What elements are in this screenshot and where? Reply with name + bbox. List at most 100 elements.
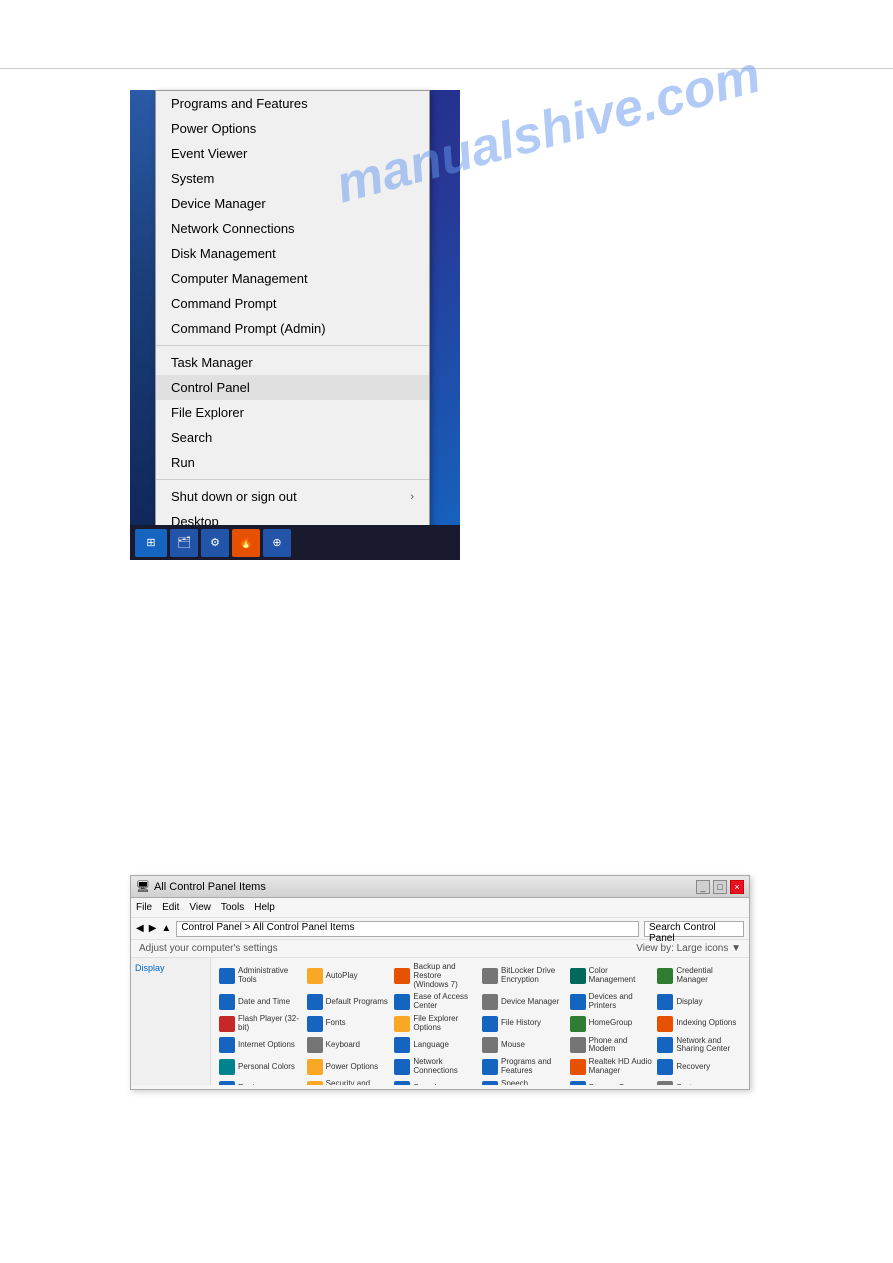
screenshot-area: 🖥 G 📁 C i- sol 🖥 完 Programs and Features… [130, 90, 460, 560]
menu-item-computer-management[interactable]: Computer Management [156, 266, 429, 291]
close-button[interactable]: × [730, 880, 744, 894]
cp-icon-device-manager[interactable]: Device Manager [482, 993, 566, 1011]
menu-edit[interactable]: Edit [162, 902, 179, 913]
cp-icon-speech[interactable]: Speech Recognition [482, 1080, 566, 1085]
taskbar-icon-3[interactable]: 🔥 [232, 529, 260, 557]
menu-item-network-connections[interactable]: Network Connections [156, 216, 429, 241]
menu-item-shutdown-label: Shut down or sign out [171, 489, 297, 504]
cp-icon-system-cp[interactable]: System [657, 1080, 741, 1085]
cp-icon-region[interactable]: Region [219, 1080, 303, 1085]
cp-icon-bitlocker[interactable]: BitLocker Drive Encryption [482, 963, 566, 989]
forward-button[interactable]: ▶ [149, 923, 157, 934]
search-input[interactable]: Search Control Panel [644, 921, 744, 937]
up-button[interactable]: ▲ [161, 923, 171, 934]
storage-icon [570, 1081, 586, 1085]
devices-printers-icon [570, 994, 586, 1010]
menu-view[interactable]: View [189, 902, 211, 913]
menu-item-shutdown[interactable]: Shut down or sign out › [156, 484, 429, 509]
menu-item-disk-management[interactable]: Disk Management [156, 241, 429, 266]
menu-item-system[interactable]: System [156, 166, 429, 191]
back-button[interactable]: ◀ [136, 923, 144, 934]
internet-label: Internet Options [238, 1041, 295, 1050]
cp-icon-mouse[interactable]: Mouse [482, 1037, 566, 1055]
cp-icon-backup[interactable]: Backup and Restore (Windows 7) [394, 963, 478, 989]
ease-access-label: Ease of Access Center [413, 993, 478, 1011]
menu-item-file-explorer[interactable]: File Explorer [156, 400, 429, 425]
personal-label: Personal Colors [238, 1063, 295, 1072]
system-cp-label: System [676, 1084, 703, 1085]
cp-icon-internet[interactable]: Internet Options [219, 1037, 303, 1055]
cp-menubar: File Edit View Tools Help [131, 898, 749, 918]
cp-icon-autoplay[interactable]: AutoPlay [307, 963, 391, 989]
cp-icon-realtek[interactable]: Realtek HD Audio Manager [570, 1058, 654, 1076]
menu-tools[interactable]: Tools [221, 902, 244, 913]
sound-label: Sound [413, 1084, 436, 1085]
cp-icon-keyboard[interactable]: Keyboard [307, 1037, 391, 1055]
display-cp-label: Display [676, 998, 702, 1007]
menu-item-event-viewer[interactable]: Event Viewer [156, 141, 429, 166]
cp-sidebar-display-link[interactable]: Display [135, 963, 206, 973]
recovery-label: Recovery [676, 1063, 710, 1072]
modem-icon [570, 1037, 586, 1053]
cp-window-icon: 🖥 [136, 880, 150, 893]
sound-icon [394, 1081, 410, 1085]
menu-item-command-prompt[interactable]: Command Prompt [156, 291, 429, 316]
cp-icon-date-time[interactable]: Date and Time [219, 993, 303, 1011]
taskbar-icon-1[interactable]: 🗂 [170, 529, 198, 557]
cp-icon-display-cp[interactable]: Display [657, 993, 741, 1011]
cp-icon-security[interactable]: Security and Maintenance [307, 1080, 391, 1085]
menu-item-power-options[interactable]: Power Options [156, 116, 429, 141]
cp-icon-connections[interactable]: Network Connections [394, 1058, 478, 1076]
start-button[interactable]: ⊞ [135, 529, 167, 557]
cp-icon-fonts[interactable]: Fonts [307, 1015, 391, 1033]
cp-icon-file-history[interactable]: File History [482, 1015, 566, 1033]
cp-icon-flash[interactable]: Flash Player (32-bit) [219, 1015, 303, 1033]
minimize-button[interactable]: _ [696, 880, 710, 894]
cp-icon-admin-tools[interactable]: Administrative Tools [219, 963, 303, 989]
maximize-button[interactable]: □ [713, 880, 727, 894]
cp-icon-language[interactable]: Language [394, 1037, 478, 1055]
menu-item-device-manager[interactable]: Device Manager [156, 191, 429, 216]
menu-help[interactable]: Help [254, 902, 275, 913]
color-mgmt-icon [570, 968, 586, 984]
indexing-icon [657, 1016, 673, 1032]
address-input[interactable]: Control Panel > All Control Panel Items [176, 921, 639, 937]
file-explorer-icon [394, 1016, 410, 1032]
cp-icon-modem[interactable]: Phone and Modem [570, 1037, 654, 1055]
menu-item-search[interactable]: Search [156, 425, 429, 450]
file-history-label: File History [501, 1019, 541, 1028]
menu-item-task-manager[interactable]: Task Manager [156, 350, 429, 375]
cp-icon-personal[interactable]: Personal Colors [219, 1058, 303, 1076]
menu-item-programs-features[interactable]: Programs and Features [156, 91, 429, 116]
backup-label: Backup and Restore (Windows 7) [413, 963, 478, 989]
menu-item-run[interactable]: Run [156, 450, 429, 475]
cp-icon-devices-printers[interactable]: Devices and Printers [570, 993, 654, 1011]
cp-icon-credential[interactable]: Credential Manager [657, 963, 741, 989]
taskbar-icon-4[interactable]: ⊕ [263, 529, 291, 557]
cp-icon-default-progs[interactable]: Default Programs [307, 993, 391, 1011]
menu-item-control-panel[interactable]: Control Panel [156, 375, 429, 400]
programs-icon [482, 1059, 498, 1075]
cp-icon-ease-access[interactable]: Ease of Access Center [394, 993, 478, 1011]
keyboard-icon [307, 1037, 323, 1053]
cp-icon-homegroup[interactable]: HomeGroup [570, 1015, 654, 1033]
cp-icon-network[interactable]: Network and Sharing Center [657, 1037, 741, 1055]
cp-subtitle-text: Adjust your computer's settings [139, 943, 278, 954]
cp-icon-sound[interactable]: Sound [394, 1080, 478, 1085]
menu-divider-2 [156, 479, 429, 480]
cp-icon-power[interactable]: Power Options [307, 1058, 391, 1076]
menu-file[interactable]: File [136, 902, 152, 913]
mouse-label: Mouse [501, 1041, 525, 1050]
cp-icon-indexing[interactable]: Indexing Options [657, 1015, 741, 1033]
cp-icon-recovery[interactable]: Recovery [657, 1058, 741, 1076]
cp-view-by[interactable]: View by: Large icons ▼ [636, 943, 741, 954]
menu-item-command-prompt-admin[interactable]: Command Prompt (Admin) [156, 316, 429, 341]
cp-icon-storage[interactable]: Storage Spaces [570, 1080, 654, 1085]
menu-divider-1 [156, 345, 429, 346]
indexing-label: Indexing Options [676, 1019, 736, 1028]
cp-icon-file-explorer[interactable]: File Explorer Options [394, 1015, 478, 1033]
taskbar-icon-2[interactable]: ⚙ [201, 529, 229, 557]
cp-icon-color-mgmt[interactable]: Color Management [570, 963, 654, 989]
cp-icon-programs[interactable]: Programs and Features [482, 1058, 566, 1076]
file-history-icon [482, 1016, 498, 1032]
